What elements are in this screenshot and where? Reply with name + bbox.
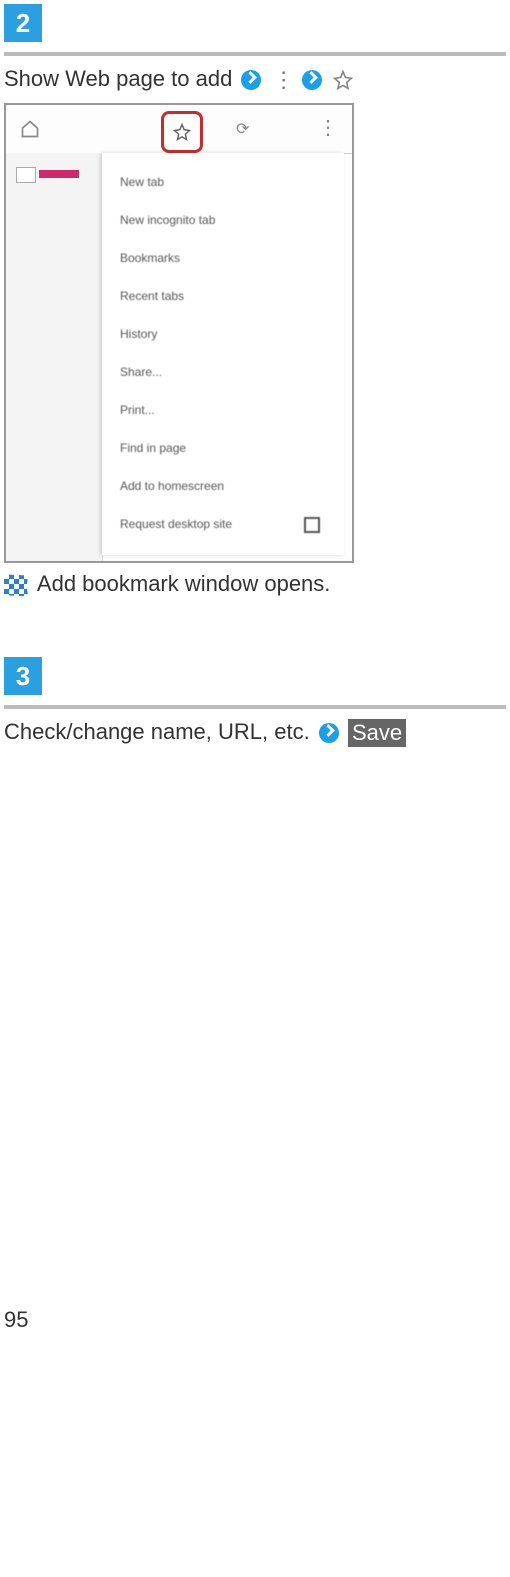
menu-item: History: [120, 315, 326, 353]
result-text: Add bookmark window opens.: [37, 571, 331, 596]
page-number: 95: [4, 1307, 506, 1333]
reload-icon: ⟳: [236, 119, 256, 139]
tab-indicator-icon: [16, 167, 36, 183]
divider: [4, 52, 506, 56]
menu-item: Print...: [120, 391, 326, 429]
star-outline-icon: [333, 70, 353, 90]
arrow-icon: [319, 723, 339, 743]
screenshot-left-panel: [6, 153, 103, 561]
screenshot-menu-list: New tab New incognito tab Bookmarks Rece…: [102, 153, 344, 553]
step-section: 2 Show Web page to add ⋮ ⟳ ⋮ New tab: [4, 4, 506, 597]
result-flag-icon: [4, 574, 28, 596]
menu-item: Recent tabs: [120, 277, 326, 315]
menu-item: New incognito tab: [120, 201, 326, 239]
step-text: Show Web page to add: [4, 66, 232, 91]
arrow-icon: [241, 70, 261, 90]
step-section: 3 Check/change name, URL, etc. Save: [4, 657, 506, 747]
step-number-badge: 3: [4, 657, 42, 695]
menu-item: Find in page: [120, 429, 326, 467]
step-instruction: Show Web page to add ⋮: [4, 66, 506, 93]
kebab-menu-icon: ⋮: [318, 115, 338, 140]
step-result: Add bookmark window opens.: [4, 571, 506, 597]
step-number-badge: 2: [4, 4, 42, 42]
menu-item: Add to homescreen: [120, 467, 326, 505]
home-icon: [20, 119, 40, 139]
save-button[interactable]: Save: [348, 719, 406, 747]
screenshot-toolbar: ⟳ ⋮: [6, 105, 352, 154]
menu-item: Share...: [120, 353, 326, 391]
screenshot-dropdown: New tab New incognito tab Bookmarks Rece…: [102, 153, 344, 555]
divider: [4, 705, 506, 709]
arrow-icon: [302, 70, 322, 90]
menu-item: Request desktop site: [120, 505, 326, 543]
step-text: Check/change name, URL, etc.: [4, 719, 310, 744]
menu-item: New tab: [120, 163, 326, 201]
step-instruction: Check/change name, URL, etc. Save: [4, 719, 506, 747]
embedded-screenshot: ⟳ ⋮ New tab New incognito tab Bookmarks …: [4, 103, 354, 563]
star-highlighted-icon: [161, 111, 203, 153]
menu-item: Bookmarks: [120, 239, 326, 277]
kebab-menu-icon: ⋮: [273, 67, 291, 93]
